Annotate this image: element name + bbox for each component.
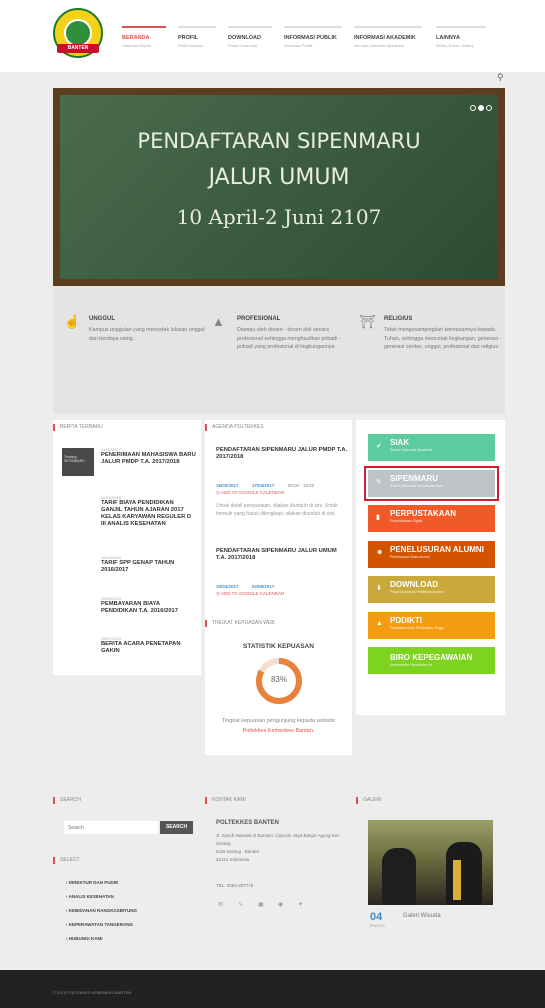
service-subtitle: Perpustakaan Digital <box>390 519 423 523</box>
news-item-3[interactable]: 15/12/2016 TARIF SPP GENAP TAHUN 2016/201… <box>101 555 196 574</box>
add-calendar-link-2[interactable]: ◷ ADD TO GOOGLE CALENDAR <box>216 591 284 597</box>
download-icon: ⬇ <box>376 585 382 592</box>
service-subtitle: Pangkalan Data Pendidikan Tinggi <box>390 625 444 630</box>
service-subtitle: Sistem Informasi Akademik <box>390 448 433 452</box>
nav-informasi-akademik[interactable]: INFORMASI AKADEMIK Info dan Kalender Akad… <box>354 26 422 52</box>
service-siak-button[interactable]: ✔ SIAK Sistem Informasi Akademik <box>368 434 495 461</box>
slider-dot-1[interactable] <box>470 105 476 111</box>
survey-link[interactable]: Poltekkes Kemenkes Banten. <box>243 728 315 734</box>
site-logo[interactable]: BANTEN <box>53 8 103 58</box>
contact-org: POLTEKKES BANTEN <box>216 820 279 826</box>
service-title: SIAK <box>390 438 410 447</box>
gallery-heading: GALERI <box>356 797 381 804</box>
agenda-heading: AGENDA POLTEKKES <box>205 424 264 431</box>
service-penelusuran-alumni-button[interactable]: ☻ PENELUSURAN ALUMNI Penelusuran Data Alum… <box>368 540 495 568</box>
slider-dot-3[interactable] <box>486 105 492 111</box>
logo-ribbon: BANTEN <box>57 44 99 53</box>
news-heading: BERITA TERBARU <box>53 424 103 431</box>
footer-link-2[interactable]: › ANALIS KESEHATAN <box>66 894 114 899</box>
slider-line2: JALUR UMUM <box>208 165 350 190</box>
pencil-icon: ✎ <box>376 478 382 486</box>
feature-desc-profesional: Diampu oleh dosen - dosen ahli secara pr… <box>237 327 341 350</box>
instagram-icon[interactable]: ▣ <box>258 901 264 908</box>
twitter-icon[interactable]: ✦ <box>298 901 303 908</box>
news-item-4[interactable]: 12/09/2016 PEMBAYARAN BIAYA PENDIDIKAN T.… <box>101 596 196 615</box>
contact-tel: TEL: 0254-207776 <box>216 883 254 888</box>
service-title: BIRO KEPEGAWAIAN <box>390 653 473 662</box>
footer-link-1[interactable]: › DIREKTUR DAN PUDIR <box>66 880 118 885</box>
graduation-cap-icon: ▲ <box>212 314 225 329</box>
gallery-photo[interactable] <box>368 820 493 905</box>
service-sipenmaru-button[interactable]: ✎ SIPENMARU Sistem Informasi Mahasiswa Bar… <box>364 465 499 501</box>
nav-lainnya[interactable]: LAINNYA Berita, Event, Gallery <box>436 26 486 52</box>
feature-title-profesional: PROFESIONAL <box>237 316 281 322</box>
service-subtitle: Kementerian Kesehatan RI <box>390 663 433 667</box>
select-heading: SELECT <box>53 857 79 864</box>
footer-link-5[interactable]: › HUBUNGI KAMI <box>66 936 103 941</box>
mail-icon[interactable]: ✉ <box>218 901 223 908</box>
contact-address: Jl. Syech Nawawi Al Bantani, Cipocok Jay… <box>216 833 341 862</box>
news-thumb[interactable]: Tentang SIPENMARU <box>62 448 94 476</box>
gallery-count: 04 <box>370 911 383 923</box>
cap-icon: ▲ <box>376 619 383 627</box>
service-title: DOWNLOAD <box>390 580 438 589</box>
service-subtitle: Pusat Download Poltekkes Banten <box>390 590 444 594</box>
check-icon: ✔ <box>376 443 382 450</box>
nav-download[interactable]: DOWNLOAD Pusat Download <box>228 26 272 52</box>
survey-heading: TINGKAT KEPUASAN WEB <box>205 620 275 627</box>
hero-slider[interactable]: PENDAFTARAN SIPENMARU JALUR UMUM 10 Apri… <box>53 88 505 286</box>
survey-title: STATISTIK KEPUASAN <box>243 643 314 650</box>
footer-link-4[interactable]: › KEPERAWATAN TANGERANG <box>66 922 133 927</box>
service-title: PERPUSTAKAAN <box>390 509 457 518</box>
search-heading: SEARCH <box>53 797 81 804</box>
service-perpustakaan-button[interactable]: ▮ PERPUSTAKAAN Perpustakaan Digital <box>368 505 495 532</box>
news-item-5[interactable]: 26/07/2016 BERITA ACARA PENETAPAN GAKIN <box>101 636 196 655</box>
service-title: SIPENMARU <box>390 473 439 483</box>
nav-profil[interactable]: PROFIL Profil Kampus <box>178 26 216 52</box>
pinterest-icon[interactable]: ◉ <box>278 901 283 908</box>
gallery-label[interactable]: Galeri Wisuda <box>403 913 441 919</box>
slider-line3: 10 April-2 Juni 2107 <box>176 205 382 229</box>
service-biro-kepegawaian-button[interactable]: BIRO KEPEGAWAIAN Kementerian Kesehatan RI <box>368 647 495 674</box>
slider-dots[interactable] <box>468 98 492 116</box>
thumbs-up-icon: ☝ <box>64 314 81 329</box>
feature-desc-unggul: Kampus unggulan yang mencetak lulusan un… <box>89 327 205 342</box>
feature-title-unggul: UNGGUL <box>89 316 115 322</box>
survey-text: Tingkat kepuasan pengunjung kepada websi… <box>221 718 336 734</box>
institution-icon: ⛩ <box>359 314 376 329</box>
slider-dot-2[interactable] <box>478 105 484 111</box>
agenda-title-1[interactable]: PENDAFTARAN SIPENMARU JALUR PMDP T.A. 20… <box>216 447 348 461</box>
users-icon: ☻ <box>376 548 384 556</box>
contact-heading: KONTAK KAMI <box>205 797 246 804</box>
copyright-bar: © 2015 POLTEKKES KEMENKES BANTEN <box>0 970 545 1008</box>
service-pddikti-button[interactable]: ▲ PDDIKTI Pangkalan Data Pendidikan Tinggi <box>368 611 495 639</box>
service-download-button[interactable]: ⬇ DOWNLOAD Pusat Download Poltekkes Banten <box>368 576 495 603</box>
feature-title-religius: RELIGIUS <box>384 316 413 322</box>
search-button[interactable]: SEARCH <box>160 821 193 834</box>
footer-link-3[interactable]: › KEBIDANAN RANGKASBITUNG <box>66 908 137 913</box>
nav-beranda[interactable]: BERANDA Halaman Depan <box>122 26 166 52</box>
service-title: PENELUSURAN ALUMNI <box>390 544 484 554</box>
survey-value: 83% <box>270 675 287 684</box>
service-subtitle: Penelusuran Data Alumni <box>390 554 430 559</box>
news-item-2[interactable]: 16/12/2016 TARIF BIAYA PENDIDIKAN GANJIL … <box>101 495 196 528</box>
slider-line1: PENDAFTARAN SIPENMARU <box>137 129 421 153</box>
service-title: PDDIKTI <box>390 615 422 625</box>
gallery-unit: PHOTOS <box>370 924 385 928</box>
search-input[interactable] <box>64 821 158 834</box>
chalkboard-image: PENDAFTARAN SIPENMARU JALUR UMUM 10 Apri… <box>60 95 498 279</box>
add-calendar-link-1[interactable]: ◷ ADD TO GOOGLE CALENDAR <box>216 490 284 496</box>
news-item-1[interactable]: 21/02/2017 PENERIMAAN MAHASISWA BARU JALU… <box>101 447 196 466</box>
copyright-text: © 2015 POLTEKKES KEMENKES BANTEN <box>53 990 132 995</box>
feature-desc-religius: Tidak mengesampingkan keimanannya kepada… <box>384 327 502 350</box>
rss-icon[interactable]: ∿ <box>238 901 243 908</box>
service-subtitle: Sistem Informasi Mahasiswa Baru <box>390 483 443 488</box>
agenda-title-2[interactable]: PENDAFTARAN SIPENMARU JALUR UMUM T.A. 20… <box>216 548 348 562</box>
book-icon: ▮ <box>376 514 380 521</box>
search-icon[interactable]: ⚲ <box>497 72 504 83</box>
agenda-desc-1: Untuk detail persyaratan, silakan diundu… <box>216 503 338 517</box>
nav-informasi-publik[interactable]: INFORMASI PUBLIK Informasi Publik <box>284 26 342 52</box>
